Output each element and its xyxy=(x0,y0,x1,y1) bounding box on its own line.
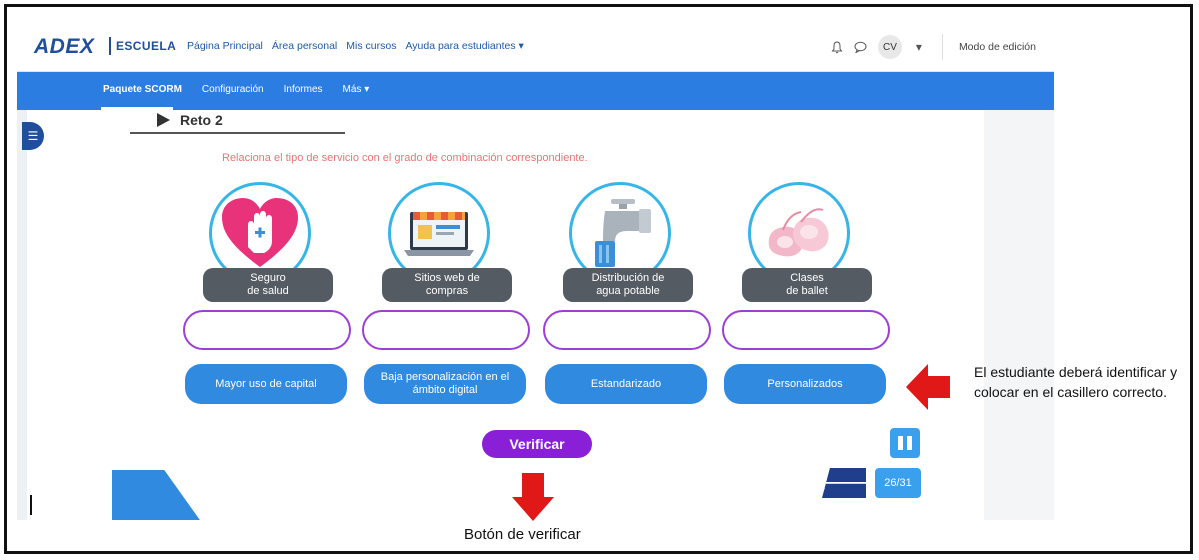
red-arrow-left-icon xyxy=(906,364,950,410)
nav-link-home[interactable]: Página Principal xyxy=(187,40,263,52)
service-label: Sitios web de compras xyxy=(382,268,512,302)
option-personalized[interactable]: Personalizados xyxy=(724,364,886,404)
tab-more[interactable]: Más ▾ xyxy=(343,84,370,95)
pause-icon xyxy=(898,436,903,450)
service-label: Distribución de agua potable xyxy=(563,268,693,302)
verify-annotation: Botón de verificar xyxy=(464,526,581,543)
drawer-toggle-button[interactable]: ☰ xyxy=(22,122,44,150)
pause-button[interactable] xyxy=(890,428,920,458)
nav-link-student-help[interactable]: Ayuda para estudiantes ▾ xyxy=(405,40,523,52)
drop-target-box[interactable] xyxy=(543,310,711,350)
arrow-left-icon: 🡐 xyxy=(814,470,874,495)
page-counter: 26/31 xyxy=(875,468,921,498)
menu-icon: ☰ xyxy=(27,129,39,143)
drop-target-box[interactable] xyxy=(362,310,530,350)
header-divider xyxy=(941,34,943,60)
verify-button[interactable]: Verificar xyxy=(482,430,592,458)
service-label-text: Sitios web de compras xyxy=(414,272,480,297)
header-actions: CV ▾ Modo de edición xyxy=(830,34,1036,60)
nav-link-personal-area[interactable]: Área personal xyxy=(272,40,337,52)
option-capital-use[interactable]: Mayor uso de capital xyxy=(185,364,347,404)
tab-settings[interactable]: Configuración xyxy=(202,84,264,95)
red-arrow-down-icon xyxy=(512,473,554,521)
option-low-digital-personalization[interactable]: Baja personalización en el ámbito digita… xyxy=(364,364,526,404)
service-label: Clases de ballet xyxy=(742,268,872,302)
logo-separator xyxy=(109,37,111,55)
instruction-annotation: El estudiante deberá identificar y coloc… xyxy=(974,364,1178,400)
service-label-text: Distribución de agua potable xyxy=(591,272,665,297)
subnav-items: Paquete SCORM Configuración Informes Más… xyxy=(103,84,369,95)
service-label-text: Clases de ballet xyxy=(786,272,828,297)
nav-link-my-courses[interactable]: Mis cursos xyxy=(346,40,396,52)
drop-target-box[interactable] xyxy=(722,310,890,350)
right-side-strip xyxy=(984,110,1054,520)
play-icon xyxy=(157,113,170,127)
scorm-content: ☰ Reto 2 Relaciona el tipo de servicio c… xyxy=(17,110,1054,520)
decorative-shape xyxy=(112,470,207,520)
pause-icon xyxy=(907,436,912,450)
chevron-down-icon[interactable]: ▾ xyxy=(912,40,926,54)
activity-title: Reto 2 xyxy=(157,112,223,128)
option-standardized[interactable]: Estandarizado xyxy=(545,364,707,404)
logo-escuela[interactable]: ESCUELA xyxy=(116,39,176,53)
logo-adex[interactable]: ADEX xyxy=(34,35,94,59)
title-underline xyxy=(130,132,345,134)
activity-title-text: Reto 2 xyxy=(180,112,223,128)
back-button[interactable]: 🡐 xyxy=(822,468,866,498)
instruction-text: Relaciona el tipo de servicio con el gra… xyxy=(222,152,588,164)
edit-mode-label[interactable]: Modo de edición xyxy=(959,41,1036,53)
tab-scorm-package[interactable]: Paquete SCORM xyxy=(103,84,182,95)
drop-target-box[interactable] xyxy=(183,310,351,350)
main-nav: Página Principal Área personal Mis curso… xyxy=(187,40,524,52)
service-label-text: Seguro de salud xyxy=(247,272,289,297)
chat-icon[interactable] xyxy=(854,40,868,54)
text-cursor xyxy=(30,495,32,515)
service-label: Seguro de salud xyxy=(203,268,333,302)
bell-icon[interactable] xyxy=(830,40,844,54)
avatar[interactable]: CV xyxy=(877,35,902,59)
tab-reports[interactable]: Informes xyxy=(284,84,323,95)
course-subnav: Paquete SCORM Configuración Informes Más… xyxy=(17,72,1054,110)
top-header: ADEX ESCUELA Página Principal Área perso… xyxy=(17,20,1054,72)
left-drawer-strip xyxy=(17,110,27,520)
